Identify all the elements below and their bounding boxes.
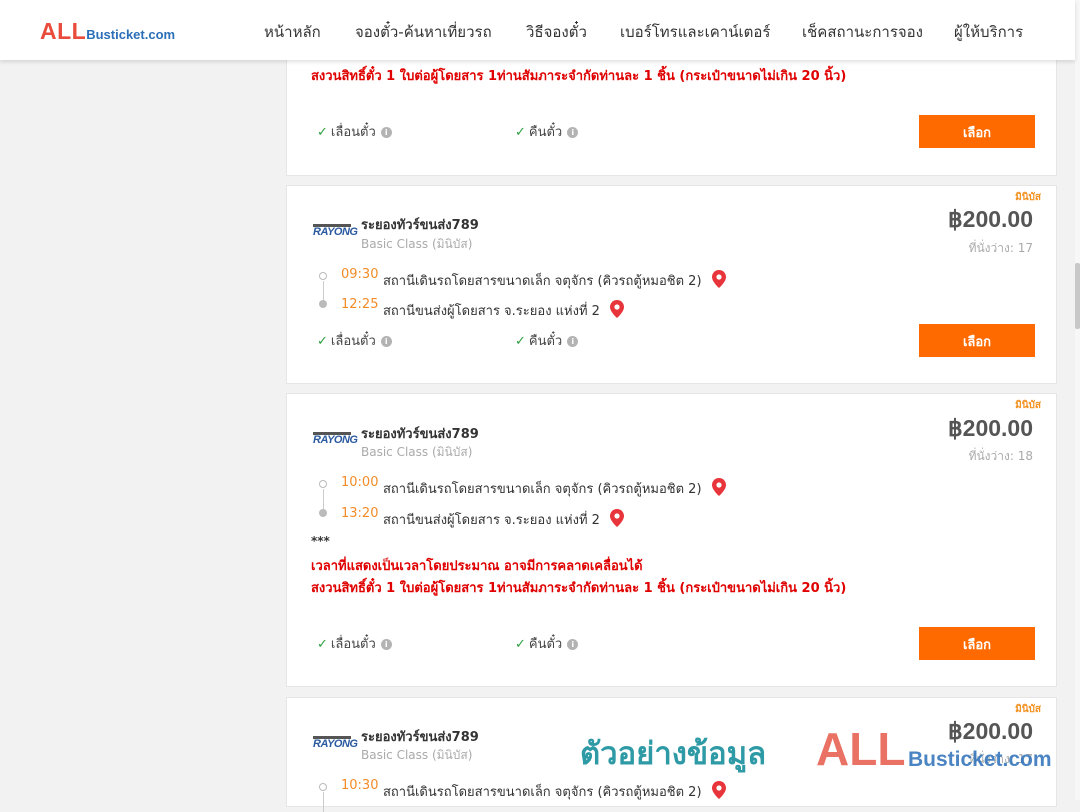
trip-price: ฿200.00 [948,206,1033,232]
check-icon: ✓ [317,637,328,652]
arrive-time: 12:25 [341,297,379,312]
arrive-time: 13:20 [341,506,379,521]
main-nav: หน้าหลัก จองตั๋ว-ค้นหาเที่ยวรถ วิธีจองตั… [0,20,1075,42]
time-notice: เวลาที่แสดงเป็นเวลาโดยประมาณ อาจมีการคลา… [311,559,643,574]
info-icon[interactable]: i [380,639,392,650]
trip-card: มินิบัส RAYONG ระยองทัวร์ขนส่ง789 Basic … [286,185,1057,384]
watermark-all-text: ALL [816,723,906,775]
info-icon[interactable]: i [567,639,579,650]
route-line [323,281,324,301]
check-icon: ✓ [515,125,526,140]
depart-station-label: สถานีเดินรถโดยสารขนาดเล็ก จตุจักร (คิวรถ… [383,482,702,497]
check-icon: ✓ [515,637,526,652]
arrive-station-label: สถานีขนส่งผู้โดยสาร จ.ระยอง แห่งที่ 2 [383,513,600,528]
operator-logo: RAYONG [313,736,358,753]
map-pin-icon[interactable] [711,270,726,288]
seats-available: ที่นั่งว่าง: 18 [968,449,1033,463]
feature-refund: ✓ คืนตั๋ว i [515,633,579,654]
feature-reschedule: ✓ เลื่อนตั๋ว i [317,121,392,142]
depart-station-label: สถานีเดินรถโดยสารขนาดเล็ก จตุจักร (คิวรถ… [383,785,702,800]
depart-time: 09:30 [341,267,379,282]
depart-dot [319,272,327,280]
trip-price: ฿200.00 [948,415,1033,441]
feature-reschedule: ✓ เลื่อนตั๋ว i [317,633,392,654]
arrive-station: สถานีขนส่งผู้โดยสาร จ.ระยอง แห่งที่ 2 [383,506,625,530]
feature-refund-label: คืนตั๋ว [528,334,563,349]
map-pin-icon[interactable] [610,509,625,527]
scrollbar-thumb[interactable] [1075,263,1080,329]
depart-station: สถานีเดินรถโดยสารขนาดเล็ก จตุจักร (คิวรถ… [383,267,726,291]
check-icon: ✓ [515,334,526,349]
feature-reschedule-label: เลื่อนตั๋ว [330,125,376,140]
select-button[interactable]: เลือก [919,324,1035,357]
operator-name: ระยองทัวร์ขนส่ง789 [361,218,479,233]
operator-name: ระยองทัวร์ขนส่ง789 [361,730,479,745]
check-icon: ✓ [317,125,328,140]
select-button[interactable]: เลือก [919,115,1035,148]
route-line [323,489,324,509]
select-button[interactable]: เลือก [919,627,1035,660]
info-icon[interactable]: i [380,127,392,138]
feature-reschedule: ✓ เลื่อนตั๋ว i [317,330,392,351]
depart-station-label: สถานีเดินรถโดยสารขนาดเล็ก จตุจักร (คิวรถ… [383,274,702,289]
nav-phone-counters[interactable]: เบอร์โทรและเคาน์เตอร์ [620,20,770,44]
feature-refund: ✓ คืนตั๋ว i [515,121,579,142]
notice-stars: *** [311,534,330,548]
operator-logo: RAYONG [313,432,358,449]
map-pin-icon[interactable] [711,781,726,799]
operator-logo: RAYONG [313,224,358,241]
feature-refund: ✓ คืนตั๋ว i [515,330,579,351]
depart-dot [319,783,327,791]
minibus-tag: มินิบัส [1015,400,1041,411]
watermark-thai-text: ตัวอย่างข้อมูล [580,736,767,772]
page-scrollbar[interactable] [1075,0,1080,800]
bus-class: Basic Class (มินิบัส) [361,445,473,459]
arrive-dot [319,300,327,308]
nav-book-search[interactable]: จองตั๋ว-ค้นหาเที่ยวรถ [355,20,492,44]
info-icon[interactable]: i [567,336,579,347]
nav-booking-status[interactable]: เช็คสถานะการจอง [802,20,923,44]
operator-logo-text: RAYONG [313,738,358,750]
operator-logo-text: RAYONG [313,434,358,446]
trip-card: มินิบัส RAYONG ระยองทัวร์ขนส่ง789 Basic … [286,393,1057,687]
watermark-busticket-text: Busticket.com [908,748,1052,771]
minibus-tag: มินิบัส [1015,704,1041,715]
feature-refund-label: คืนตั๋ว [528,125,563,140]
map-pin-icon[interactable] [610,300,625,318]
feature-reschedule-label: เลื่อนตั๋ว [330,637,376,652]
bus-class: Basic Class (มินิบัส) [361,237,473,251]
depart-station: สถานีเดินรถโดยสารขนาดเล็ก จตุจักร (คิวรถ… [383,778,726,802]
feature-reschedule-label: เลื่อนตั๋ว [330,334,376,349]
trip-price: ฿200.00 [948,718,1033,744]
depart-station: สถานีเดินรถโดยสารขนาดเล็ก จตุจักร (คิวรถ… [383,475,726,499]
depart-time: 10:00 [341,475,379,490]
seats-available: ที่นั่งว่าง: 17 [968,241,1033,255]
check-icon: ✓ [317,334,328,349]
operator-logo-text: RAYONG [313,226,358,238]
luggage-notice: สงวนสิทธิ์ตั๋ว 1 ใบต่อผู้โดยสาร 1ท่านสัม… [311,581,847,596]
site-header: ALLBusticket.com หน้าหลัก จองตั๋ว-ค้นหาเ… [0,0,1075,60]
arrive-station: สถานีขนส่งผู้โดยสาร จ.ระยอง แห่งที่ 2 [383,297,625,321]
nav-home[interactable]: หน้าหลัก [264,20,321,44]
bus-class: Basic Class (มินิบัส) [361,748,473,762]
luggage-notice: สงวนสิทธิ์ตั๋ว 1 ใบต่อผู้โดยสาร 1ท่านสัม… [311,69,847,84]
depart-dot [319,480,327,488]
info-icon[interactable]: i [380,336,392,347]
nav-operators[interactable]: ผู้ให้บริการ [954,20,1023,44]
info-icon[interactable]: i [567,127,579,138]
map-pin-icon[interactable] [711,478,726,496]
minibus-tag: มินิบัส [1015,192,1041,203]
feature-refund-label: คืนตั๋ว [528,637,563,652]
operator-name: ระยองทัวร์ขนส่ง789 [361,427,479,442]
route-line [323,792,324,812]
nav-how-to-book[interactable]: วิธีจองตั๋ว [526,20,587,44]
depart-time: 10:30 [341,778,379,793]
arrive-station-label: สถานีขนส่งผู้โดยสาร จ.ระยอง แห่งที่ 2 [383,304,600,319]
arrive-dot [319,509,327,517]
